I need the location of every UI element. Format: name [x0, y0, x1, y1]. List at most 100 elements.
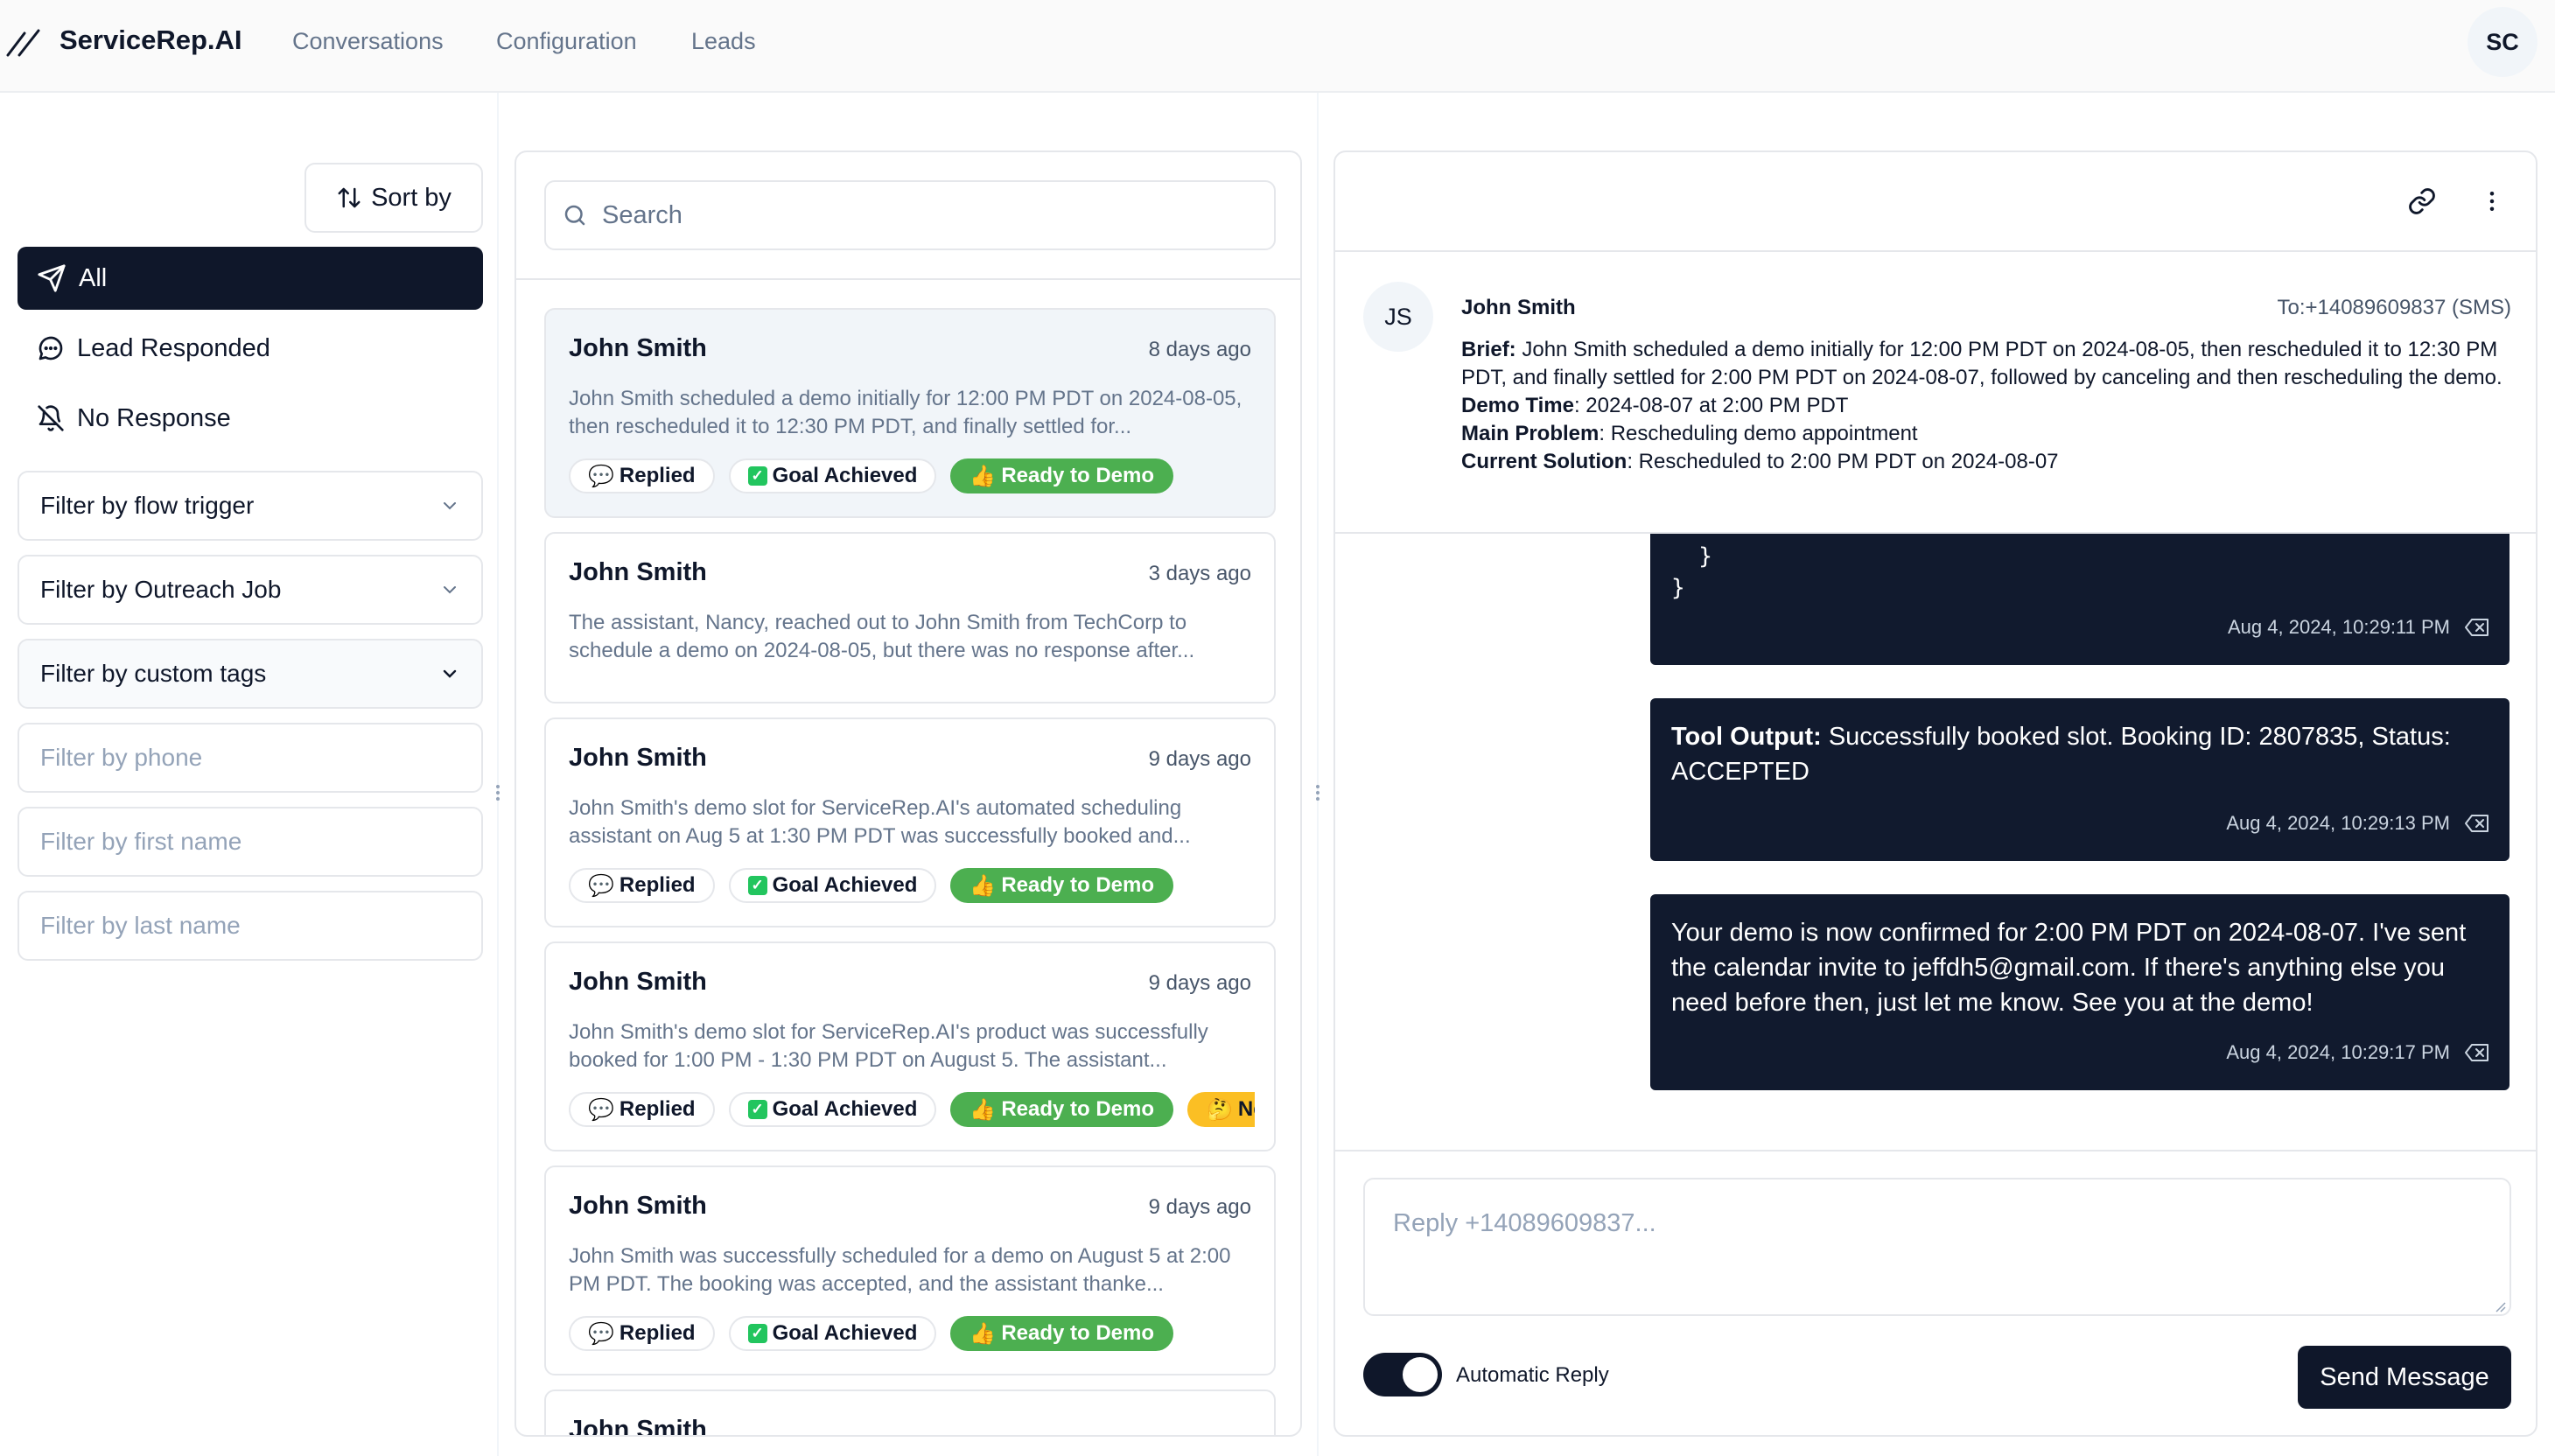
- conversation-list[interactable]: John Smith 8 days ago John Smith schedul…: [544, 308, 1276, 1435]
- tag-label: Goal Achieved: [772, 873, 918, 897]
- check-box-icon: ✓: [747, 466, 767, 486]
- filter-flow-trigger-label: Filter by flow trigger: [40, 492, 255, 519]
- tag-replied: 💬 Replied: [569, 868, 715, 903]
- conversation-tags: 💬 Replied ✓ Goal Achieved 👍 Ready to Demo: [569, 868, 1255, 903]
- nav-conversations[interactable]: Conversations: [292, 28, 444, 55]
- category-all-label: All: [79, 263, 108, 292]
- tag-goal-achieved: ✓ Goal Achieved: [728, 868, 937, 903]
- conversation-tags: 💬 Replied ✓ Goal Achieved 👍 Ready to Demo 🤔…: [569, 1092, 1255, 1127]
- resize-handle-left[interactable]: [493, 782, 503, 803]
- copy-link-button[interactable]: [2401, 180, 2443, 222]
- message-bold-label: Tool Output:: [1671, 723, 1822, 751]
- conversation-item[interactable]: John Smith 8 days ago John Smith schedul…: [544, 308, 1276, 518]
- tag-label: Replied: [619, 1097, 696, 1121]
- tag-label: Goal Achieved: [772, 464, 918, 487]
- conversation-name: John Smith: [569, 744, 707, 772]
- conversation-detail-panel: JS John Smith To:+14089609837 (SMS) Brie…: [1334, 150, 2538, 1437]
- message-timestamp: Aug 4, 2024, 10:29:17 PM: [2226, 1041, 2450, 1063]
- resize-grip-icon[interactable]: [2492, 1298, 2506, 1312]
- automatic-reply-toggle[interactable]: [1363, 1353, 1442, 1396]
- bell-off-icon: [38, 405, 64, 431]
- filter-last-name-input[interactable]: [18, 891, 483, 961]
- delete-backspace-icon[interactable]: [2464, 813, 2490, 834]
- message-bubble: } } Aug 4, 2024, 10:29:11 PM: [1650, 534, 2510, 665]
- list-separator: [516, 278, 1300, 280]
- check-box-icon: ✓: [747, 1324, 767, 1343]
- search-box[interactable]: [544, 180, 1276, 250]
- code-line: }: [1671, 543, 1712, 570]
- tag-label: Goal Achieved: [772, 1321, 918, 1345]
- tag-ready-to-demo: 👍 Ready to Demo: [950, 1092, 1174, 1127]
- conversation-preview: John Smith's demo slot for ServiceRep.AI…: [569, 1020, 1208, 1072]
- tag-label: Ready to Demo: [1001, 1321, 1155, 1345]
- filter-first-name-input[interactable]: [18, 807, 483, 877]
- tag-label: Replied: [619, 1321, 696, 1345]
- conversation-tags: 💬 Replied ✓ Goal Achieved 👍 Ready to Demo: [569, 1316, 1255, 1351]
- current-solution-text: : Rescheduled to 2:00 PM PDT on 2024-08-…: [1627, 450, 2059, 473]
- conversation-item[interactable]: John Smith 9 days ago John Smith's demo …: [544, 718, 1276, 928]
- check-box-icon: ✓: [747, 1100, 767, 1119]
- message-meta: Aug 4, 2024, 10:29:13 PM: [2226, 812, 2490, 835]
- check-box-icon: ✓: [747, 876, 767, 895]
- delete-backspace-icon[interactable]: [2464, 1042, 2490, 1063]
- conversation-item[interactable]: John Smith: [544, 1390, 1276, 1435]
- current-solution-line: Current Solution: Rescheduled to 2:00 PM…: [1461, 448, 2511, 476]
- conversation-item[interactable]: John Smith 9 days ago John Smith's demo …: [544, 942, 1276, 1152]
- link-icon: [2409, 188, 2435, 214]
- message-text: Tool Output: Successfully booked slot. B…: [1671, 719, 2488, 789]
- reply-textarea[interactable]: [1363, 1178, 2511, 1316]
- resize-handle-right[interactable]: [1312, 782, 1323, 803]
- more-options-button[interactable]: [2471, 180, 2513, 222]
- message-code: } }: [1671, 534, 2488, 604]
- tag-goal-achieved: ✓ Goal Achieved: [728, 1316, 937, 1351]
- sort-by-button[interactable]: Sort by: [304, 163, 483, 233]
- brand-name[interactable]: ServiceRep.AI: [60, 24, 242, 56]
- message-body: Your demo is now confirmed for 2:00 PM P…: [1671, 919, 2467, 1017]
- conversation-name: John Smith: [569, 334, 707, 362]
- conversation-item[interactable]: John Smith 9 days ago John Smith was suc…: [544, 1166, 1276, 1376]
- tag-label: Goal Achieved: [772, 1097, 918, 1121]
- delete-backspace-icon[interactable]: [2464, 617, 2490, 638]
- filter-custom-tags-label: Filter by custom tags: [40, 660, 267, 687]
- filter-flow-trigger-select[interactable]: Filter by flow trigger: [18, 471, 483, 541]
- search-input[interactable]: [602, 200, 1250, 230]
- brief-summary: Brief: John Smith scheduled a demo initi…: [1461, 336, 2511, 476]
- search-icon: [564, 205, 585, 226]
- tag-replied: 💬 Replied: [569, 458, 715, 494]
- toggle-knob: [1403, 1357, 1438, 1392]
- tag-replied: 💬 Replied: [569, 1316, 715, 1351]
- main-problem-label: Main Problem: [1461, 422, 1600, 445]
- chevron-down-icon: [444, 586, 456, 594]
- panel-divider-right: [1317, 93, 1319, 1456]
- brief-line: Brief: John Smith scheduled a demo initi…: [1461, 336, 2511, 392]
- filter-custom-tags-select[interactable]: Filter by custom tags: [18, 639, 483, 709]
- conversation-time: 9 days ago: [1148, 971, 1251, 995]
- filter-phone-input[interactable]: [18, 723, 483, 793]
- more-vertical-icon: [2489, 192, 2495, 211]
- conversation-time: 9 days ago: [1148, 747, 1251, 771]
- contact-avatar: JS: [1363, 282, 1433, 352]
- filter-outreach-job-select[interactable]: Filter by Outreach Job: [18, 555, 483, 625]
- recipient-number: To:+14089609837 (SMS): [2277, 296, 2511, 319]
- message-meta: Aug 4, 2024, 10:29:17 PM: [2226, 1041, 2490, 1064]
- conversation-item[interactable]: John Smith 3 days ago The assistant, Nan…: [544, 532, 1276, 704]
- speech-bubble-icon: 💬: [588, 1321, 614, 1346]
- conversation-list-panel: John Smith 8 days ago John Smith schedul…: [514, 150, 1302, 1437]
- tag-ready-to-demo: 👍 Ready to Demo: [950, 1316, 1174, 1351]
- category-all[interactable]: All: [18, 247, 483, 310]
- thumbs-up-icon: 👍: [970, 1321, 997, 1346]
- user-avatar[interactable]: SC: [2468, 7, 2538, 77]
- thumbs-up-icon: 👍: [970, 464, 997, 488]
- logo-icon: [6, 29, 40, 57]
- message-meta: Aug 4, 2024, 10:29:11 PM: [2228, 616, 2490, 639]
- chevron-down-icon: [444, 502, 456, 510]
- nav-configuration[interactable]: Configuration: [496, 28, 637, 55]
- send-message-button[interactable]: Send Message: [2298, 1346, 2511, 1409]
- category-lead-responded[interactable]: Lead Responded: [18, 317, 483, 380]
- tag-truncated: 🤔Ne: [1187, 1092, 1255, 1127]
- message-text: Your demo is now confirmed for 2:00 PM P…: [1671, 915, 2488, 1020]
- category-no-response[interactable]: No Response: [18, 387, 483, 450]
- nav-leads[interactable]: Leads: [691, 28, 756, 55]
- tag-label: Ready to Demo: [1001, 1097, 1155, 1121]
- tag-label: Replied: [619, 873, 696, 897]
